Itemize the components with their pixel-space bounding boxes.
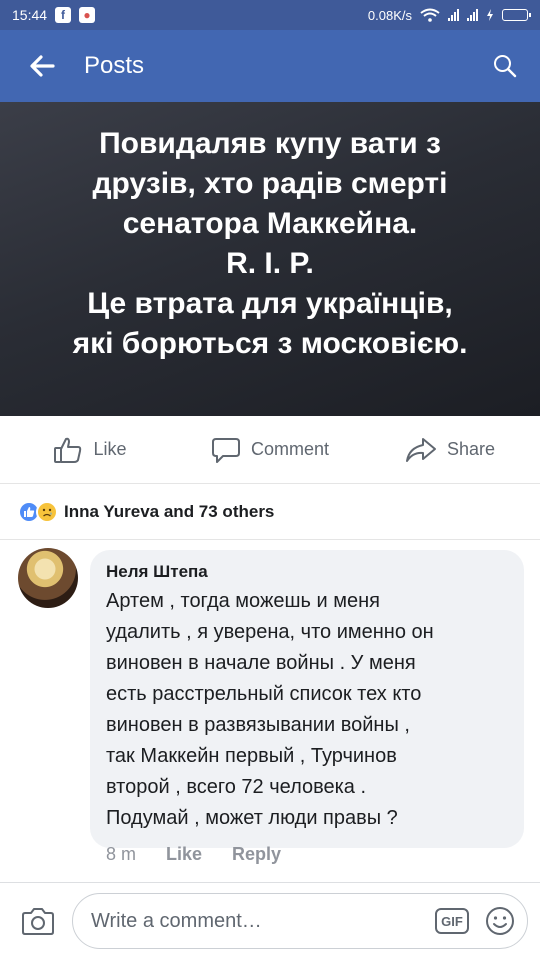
divider	[0, 882, 540, 883]
battery-icon	[502, 9, 531, 21]
status-time: 15:44	[12, 7, 48, 23]
comment-bubble[interactable]: Неля Штепа Артем , тогда можешь и меня у…	[90, 550, 524, 848]
share-button[interactable]: Share	[360, 436, 540, 464]
comment-button[interactable]: Comment	[180, 436, 360, 464]
share-label: Share	[446, 439, 496, 459]
signal-icon	[448, 9, 459, 21]
avatar[interactable]	[18, 548, 78, 608]
gif-button[interactable]: GIF	[435, 908, 469, 934]
facebook-notification-icon: f	[55, 7, 72, 23]
post-actions: Like Comment Share	[0, 416, 540, 484]
comment-like-link[interactable]: Like	[166, 844, 202, 865]
app-bar: Posts	[0, 30, 540, 102]
status-bar: 15:44 f ● 0.08K/s	[0, 0, 540, 30]
thumbs-up-icon	[54, 437, 82, 463]
like-button[interactable]: Like	[0, 436, 180, 464]
search-button[interactable]	[470, 30, 540, 102]
reaction-icons	[18, 500, 58, 523]
emoji-icon	[486, 907, 514, 935]
comment-reply-link[interactable]: Reply	[232, 844, 281, 865]
comment-icon	[211, 437, 240, 463]
comment-label: Comment	[250, 439, 330, 459]
emoji-button[interactable]	[483, 904, 517, 938]
network-speed: 0.08K/s	[367, 7, 412, 23]
status-left: 15:44 f ●	[12, 7, 96, 23]
camera-button[interactable]	[12, 895, 64, 947]
post-image[interactable]: Повидаляв купу вати з друзів, хто радів …	[0, 102, 540, 416]
like-label: Like	[93, 439, 127, 459]
comment-input[interactable]	[91, 909, 435, 933]
back-arrow-icon	[30, 55, 55, 77]
back-button[interactable]	[0, 30, 84, 102]
reactions-text: Inna Yureva and 73 others	[64, 501, 275, 521]
page-title: Posts	[84, 52, 145, 79]
comment-input-box[interactable]: GIF	[72, 893, 528, 949]
post-image-text: Повидаляв купу вати з друзів, хто радів …	[72, 127, 468, 360]
comment-meta: 8 m Like Reply	[106, 844, 281, 865]
share-icon	[405, 437, 436, 462]
status-right: 0.08K/s	[367, 7, 531, 23]
charging-icon	[487, 9, 493, 21]
wifi-icon	[420, 8, 440, 22]
camera-icon	[22, 908, 54, 935]
comment-composer: GIF	[0, 889, 540, 953]
comment-author[interactable]: Неля Штепа	[106, 562, 508, 582]
search-icon	[494, 55, 517, 78]
sad-reaction-icon	[36, 500, 58, 523]
app-notification-icon: ●	[79, 7, 96, 23]
signal-icon-2	[467, 9, 478, 21]
reactions-summary[interactable]: Inna Yureva and 73 others	[0, 484, 540, 540]
comment-text: Артем , тогда можешь и меня удалить , я …	[106, 590, 434, 829]
comment-timestamp: 8 m	[106, 844, 137, 864]
